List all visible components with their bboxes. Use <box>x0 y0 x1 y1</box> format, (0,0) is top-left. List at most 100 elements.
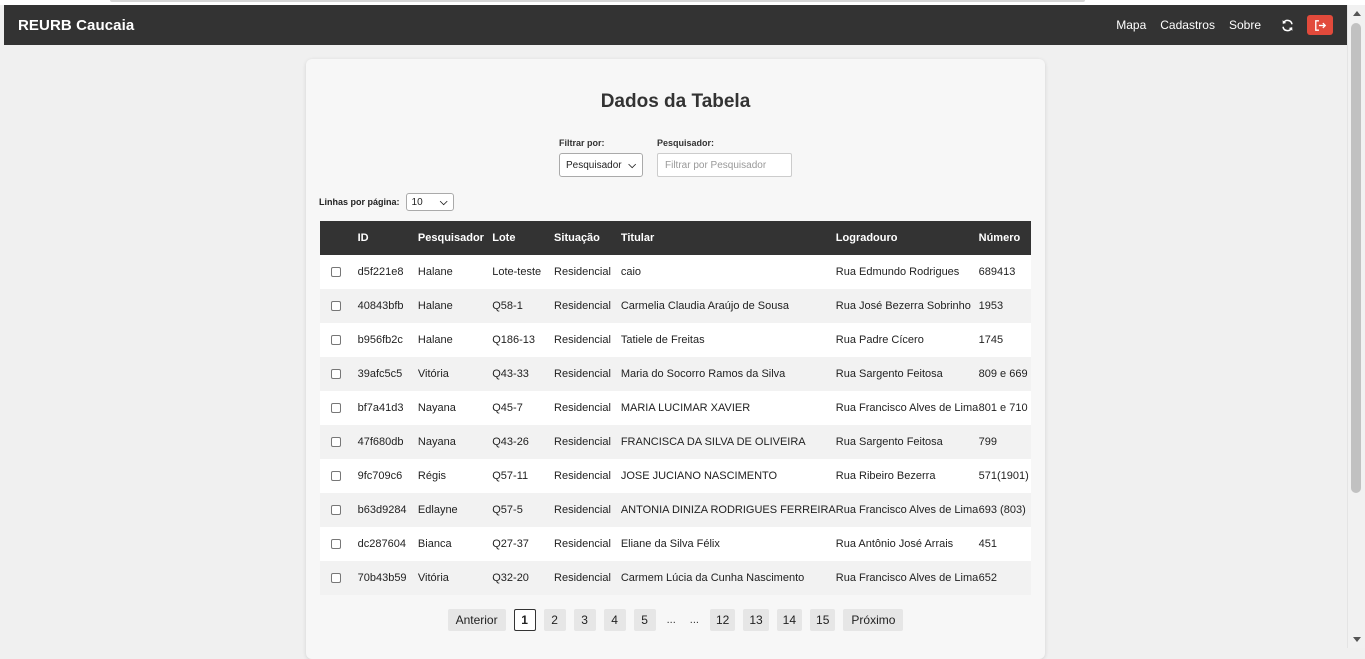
scroll-thumb[interactable] <box>1351 23 1361 493</box>
cell-select <box>320 459 358 493</box>
cell-pesquisador: Bianca <box>417 538 452 550</box>
cell-pesquisador: Nayana <box>417 402 456 414</box>
page-button[interactable]: 4 <box>603 609 626 631</box>
logout-icon <box>1314 19 1326 31</box>
rows-per-page-value: 10 <box>411 196 423 208</box>
cell-pesquisador: Régis <box>417 470 447 482</box>
cell-lote: Q32-20 <box>492 572 529 584</box>
cell-logradouro: Rua Francisco Alves de Lima <box>835 572 979 584</box>
table-row[interactable]: 47f680db Nayana Q43-26 Residencial FRANCISCA… <box>320 425 1031 459</box>
table-row[interactable]: 70b43b59 Vitória Q32-20 Residencial Carmem L… <box>320 561 1031 595</box>
nav-link-mapa[interactable]: Mapa <box>1116 18 1146 32</box>
row-checkbox[interactable] <box>331 369 341 380</box>
page-button[interactable]: 3 <box>573 609 596 631</box>
next-page-button[interactable]: Próximo <box>843 609 904 631</box>
cell-numero: 451 <box>978 538 997 550</box>
header-logradouro[interactable]: Logradouro <box>836 221 979 255</box>
page-button[interactable]: 2 <box>543 609 566 631</box>
row-checkbox[interactable] <box>331 301 341 312</box>
page-button[interactable]: 14 <box>776 609 803 631</box>
cell-pesquisador: Halane <box>417 266 453 278</box>
row-checkbox[interactable] <box>331 505 341 516</box>
cell-select <box>320 425 358 459</box>
brand-title: REURB Caucaia <box>18 16 135 34</box>
cell-titular: Tatiele de Freitas <box>620 334 705 346</box>
cell-situacao: Residencial <box>554 538 611 550</box>
page-button-current[interactable]: 1 <box>513 609 536 631</box>
cell-pesquisador: Halane <box>417 300 453 312</box>
cell-select <box>320 493 358 527</box>
cell-numero: 1953 <box>978 300 1004 312</box>
header-lote[interactable]: Lote <box>492 221 554 255</box>
table-row[interactable]: b63d9284 Edlayne Q57-5 Residencial ANTONIA D… <box>320 493 1031 527</box>
pagination: Anterior 1 2 3 4 5 ... ... 12 13 14 15 P… <box>306 609 1045 631</box>
row-checkbox[interactable] <box>331 573 341 584</box>
cell-select <box>320 561 358 595</box>
row-checkbox[interactable] <box>331 539 341 550</box>
cell-lote: Q43-26 <box>492 436 529 448</box>
nav-link-sobre[interactable]: Sobre <box>1229 18 1261 32</box>
table-row[interactable]: 9fc709c6 Régis Q57-11 Residencial JOSE JUCIA… <box>320 459 1031 493</box>
cell-logradouro: Rua Francisco Alves de Lima <box>835 504 979 516</box>
page-title: Dados da Tabela <box>600 91 751 112</box>
filter-by-group: Filtrar por: Pesquisador ⌵ <box>559 138 643 177</box>
cell-lote: Q45-7 <box>492 402 523 414</box>
cell-numero: 652 <box>978 572 997 584</box>
search-input[interactable] <box>657 153 792 177</box>
header-id[interactable]: ID <box>358 221 418 255</box>
header-select <box>320 221 358 255</box>
filter-by-select[interactable]: Pesquisador ⌵ <box>559 153 643 177</box>
cell-id: b63d9284 <box>357 504 407 516</box>
header-titular[interactable]: Titular <box>621 221 836 255</box>
row-checkbox[interactable] <box>331 267 341 278</box>
chevron-down-icon: ⌵ <box>439 196 448 208</box>
row-checkbox[interactable] <box>331 437 341 448</box>
table-row[interactable]: bf7a41d3 Nayana Q45-7 Residencial MARIA LUCI… <box>320 391 1031 425</box>
nav-link-cadastros[interactable]: Cadastros <box>1160 18 1215 32</box>
page-button[interactable]: 5 <box>633 609 656 631</box>
cell-pesquisador: Vitória <box>417 368 449 380</box>
page-scrollbar[interactable] <box>1347 5 1365 648</box>
row-checkbox[interactable] <box>331 471 341 482</box>
refresh-button[interactable] <box>1279 17 1295 33</box>
header-numero[interactable]: Número <box>979 221 1031 255</box>
cell-numero: 693 (803) <box>978 504 1026 516</box>
cell-id: 70b43b59 <box>357 572 407 584</box>
page-button[interactable]: 12 <box>709 609 736 631</box>
cell-situacao: Residencial <box>554 368 611 380</box>
scroll-down-icon[interactable] <box>1353 637 1361 642</box>
cell-situacao: Residencial <box>554 334 611 346</box>
cell-select <box>320 255 358 289</box>
search-group: Pesquisador: <box>657 138 792 177</box>
row-checkbox[interactable] <box>331 335 341 346</box>
cell-titular: Carmelia Claudia Araújo de Sousa <box>620 300 789 312</box>
cell-logradouro: Rua Antônio José Arrais <box>835 538 954 550</box>
logout-button[interactable] <box>1307 15 1333 35</box>
header-situacao[interactable]: Situação <box>554 221 621 255</box>
page-button[interactable]: 15 <box>810 609 836 631</box>
scroll-up-icon[interactable] <box>1353 11 1361 16</box>
cell-situacao: Residencial <box>554 402 611 414</box>
search-label: Pesquisador: <box>657 138 715 148</box>
table-row[interactable]: b956fb2c Halane Q186-13 Residencial Tatiele … <box>320 323 1031 357</box>
rows-per-page-select[interactable]: 10 ⌵ <box>405 193 454 211</box>
cell-situacao: Residencial <box>554 436 611 448</box>
rows-per-page: Linhas por página: 10 ⌵ <box>319 193 454 211</box>
table-row[interactable]: 40843bfb Halane Q58-1 Residencial Carmelia C… <box>320 289 1031 323</box>
row-checkbox[interactable] <box>331 403 341 414</box>
table-row[interactable]: 39afc5c5 Vitória Q43-33 Residencial Maria do… <box>320 357 1031 391</box>
cell-select <box>320 391 358 425</box>
cell-numero: 689413 <box>978 266 1016 278</box>
data-card: Dados da Tabela Filtrar por: Pesquisador… <box>306 59 1045 659</box>
prev-page-button[interactable]: Anterior <box>447 609 506 631</box>
page-button[interactable]: 13 <box>743 609 769 631</box>
browser-tab-hint <box>110 0 1085 2</box>
header-pesquisador[interactable]: Pesquisador <box>418 221 492 255</box>
cell-titular: caio <box>620 266 642 278</box>
table-row[interactable]: d5f221e8 Halane Lote-teste Residencial caio R… <box>320 255 1031 289</box>
cell-numero: 799 <box>978 436 997 448</box>
table-row[interactable]: dc287604 Bianca Q27-37 Residencial Eliane da… <box>320 527 1031 561</box>
cell-logradouro: Rua Edmundo Rodrigues <box>835 266 960 278</box>
cell-id: 39afc5c5 <box>357 368 403 380</box>
refresh-icon <box>1281 19 1293 31</box>
